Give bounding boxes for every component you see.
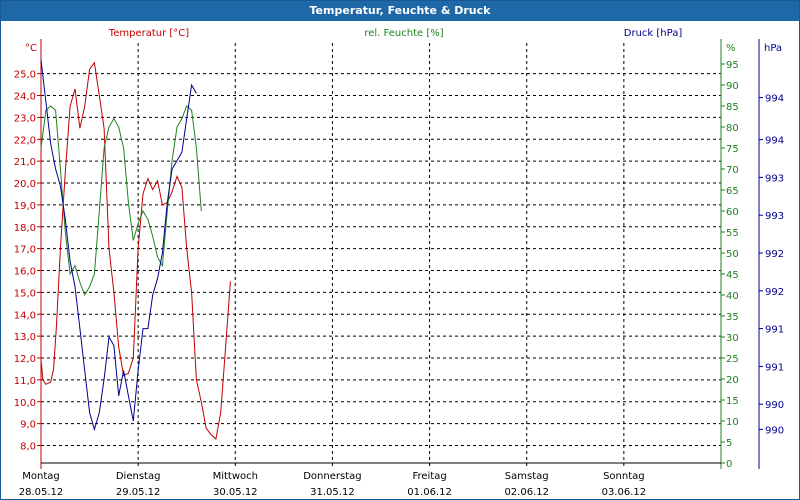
- x-date-label: 30.05.12: [213, 487, 258, 498]
- temperature-unit-label: °C: [25, 43, 37, 54]
- temperature-tick-label: 25,0: [14, 70, 36, 81]
- pressure-tick-label: 993: [765, 173, 784, 184]
- temperature-tick-label: 23,0: [14, 113, 36, 124]
- series-line-pressure: [40, 59, 197, 432]
- legend-humidity: rel. Feuchte [%]: [364, 28, 443, 39]
- temperature-tick-label: 14,0: [14, 310, 36, 321]
- temperature-tick-label: 24,0: [14, 92, 36, 103]
- humidity-tick-label: 15: [726, 396, 739, 407]
- x-day-label: Donnerstag: [303, 471, 361, 482]
- pressure-tick-label: 990: [765, 425, 784, 436]
- series-line-temperature: [40, 61, 231, 440]
- temperature-tick-label: 15,0: [14, 288, 36, 299]
- humidity-tick-label: 65: [726, 186, 739, 197]
- temperature-tick-label: 20,0: [14, 179, 36, 190]
- series: [40, 59, 231, 440]
- axes: 8,0 9,0 10,0 11,0 12,0 13,0 14,0 15,0 16,0 17,0 18…: [14, 39, 784, 470]
- pressure-unit-label: hPa: [764, 43, 782, 54]
- x-date-label: 31.05.12: [310, 487, 355, 498]
- pressure-tick-label: 992: [765, 249, 784, 260]
- humidity-tick-label: 60: [726, 207, 739, 218]
- temperature-tick-label: 16,0: [14, 267, 36, 278]
- x-day-label: Samstag: [505, 471, 549, 482]
- humidity-tick-label: 55: [726, 228, 739, 239]
- x-day-label: Freitag: [412, 471, 446, 482]
- humidity-tick-label: 30: [726, 333, 739, 344]
- temperature-tick-label: 10,0: [14, 398, 36, 409]
- labels: Temperatur [°C] rel. Feuchte [%] Druck [hP…: [19, 28, 683, 498]
- temperature-tick-label: 21,0: [14, 157, 36, 168]
- pressure-tick-label: 991: [765, 325, 784, 336]
- humidity-tick-label: 50: [726, 249, 739, 260]
- x-date-label: 01.06.12: [407, 487, 452, 498]
- humidity-tick-label: 25: [726, 354, 739, 365]
- humidity-tick-label: 5: [726, 438, 732, 449]
- temperature-tick-label: 18,0: [14, 223, 36, 234]
- x-date-label: 28.05.12: [19, 487, 64, 498]
- legend-temperature: Temperatur [°C]: [108, 28, 189, 39]
- temperature-tick-label: 13,0: [14, 332, 36, 343]
- pressure-tick-label: 994: [765, 94, 784, 105]
- humidity-tick-label: 0: [726, 459, 732, 470]
- humidity-tick-label: 45: [726, 270, 739, 281]
- humidity-tick-label: 40: [726, 291, 739, 302]
- humidity-tick-label: 95: [726, 60, 739, 71]
- pressure-tick-label: 992: [765, 287, 784, 298]
- x-date-label: 03.06.12: [602, 487, 647, 498]
- pressure-tick-label: 991: [765, 362, 784, 373]
- x-day-label: Montag: [22, 471, 59, 482]
- humidity-tick-label: 10: [726, 417, 739, 428]
- temperature-tick-label: 9,0: [20, 420, 36, 431]
- chart-window: Temperatur, Feuchte & Druck 8,0 9,0 10,0 11…: [0, 0, 800, 500]
- x-day-label: Sonntag: [603, 471, 645, 482]
- x-day-label: Dienstag: [116, 471, 161, 482]
- temperature-tick-label: 22,0: [14, 135, 36, 146]
- temperature-tick-label: 11,0: [14, 376, 36, 387]
- humidity-tick-label: 35: [726, 312, 739, 323]
- pressure-tick-label: 993: [765, 211, 784, 222]
- temperature-tick-label: 12,0: [14, 354, 36, 365]
- pressure-tick-label: 990: [765, 400, 784, 411]
- legend-pressure: Druck [hPa]: [624, 28, 683, 39]
- humidity-unit-label: %: [726, 43, 736, 54]
- humidity-tick-label: 75: [726, 144, 739, 155]
- series-line-humidity: [40, 105, 202, 297]
- temperature-tick-label: 8,0: [20, 442, 36, 453]
- humidity-tick-label: 80: [726, 123, 739, 134]
- temperature-tick-label: 19,0: [14, 201, 36, 212]
- humidity-tick-label: 70: [726, 165, 739, 176]
- pressure-tick-label: 994: [765, 136, 784, 147]
- x-date-label: 02.06.12: [504, 487, 549, 498]
- chart-plot: 8,0 9,0 10,0 11,0 12,0 13,0 14,0 15,0 16,0 17,0 18…: [14, 28, 784, 498]
- temperature-tick-label: 17,0: [14, 245, 36, 256]
- x-day-label: Mittwoch: [213, 471, 258, 482]
- humidity-tick-label: 20: [726, 375, 739, 386]
- humidity-tick-label: 90: [726, 81, 739, 92]
- humidity-tick-label: 85: [726, 102, 739, 113]
- window-title: Temperatur, Feuchte & Druck: [1, 1, 799, 21]
- grid: [40, 43, 722, 469]
- x-date-label: 29.05.12: [116, 487, 161, 498]
